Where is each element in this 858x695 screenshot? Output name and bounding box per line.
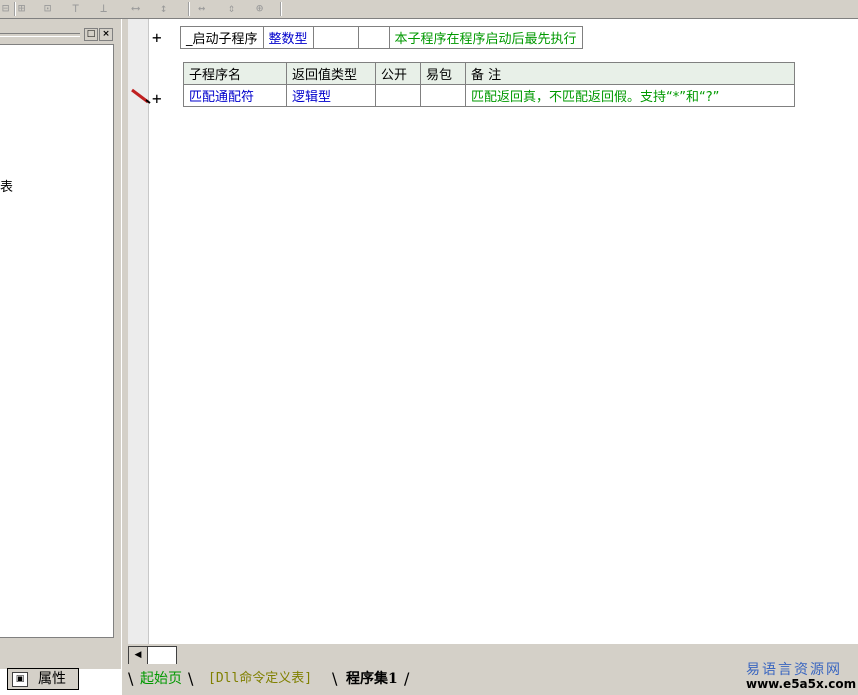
scroll-left-icon[interactable]: ◀ (128, 646, 148, 665)
sub-program-table: 子程序名 返回值类型 公开 易包 备 注 匹配通配符 逻辑型 匹配返回真，不匹配… (183, 62, 795, 107)
toolbar-separator (280, 2, 282, 16)
left-panel-titlebar: □ × (0, 25, 117, 43)
table-row[interactable]: 匹配通配符 逻辑型 匹配返回真，不匹配返回假。支持“*”和“?” (183, 84, 795, 107)
align-top-icon[interactable]: ⊤ (72, 1, 79, 15)
same-width-icon[interactable]: ↔ (198, 1, 205, 15)
tab-divider: \ (332, 669, 338, 688)
same-height-icon[interactable]: ⇕ (228, 1, 235, 15)
tab-start-page[interactable]: 起始页 (140, 668, 182, 690)
table-header-row: 子程序名 返回值类型 公开 易包 备 注 (183, 62, 795, 85)
easy-pkg-cell[interactable] (420, 84, 466, 107)
tree-item-fragment[interactable]: 表 (0, 176, 13, 195)
note-cell[interactable]: 匹配返回真，不匹配返回假。支持“*”和“?” (465, 84, 795, 107)
tab-dll-commands[interactable]: [Dll命令定义表] (208, 668, 312, 690)
properties-tab-label: 属性 (38, 671, 66, 687)
align-center-icon[interactable]: ⊡ (44, 1, 51, 15)
note-cell[interactable]: 本子程序在程序启动后最先执行 (388, 26, 583, 49)
titlebar-grip[interactable] (0, 33, 80, 37)
table-row[interactable]: _启动子程序 整数型 本子程序在程序启动后最先执行 (180, 26, 583, 49)
return-type-cell[interactable]: 逻辑型 (286, 84, 376, 107)
editor-gutter (128, 19, 149, 644)
startup-sub-table: _启动子程序 整数型 本子程序在程序启动后最先执行 (180, 26, 583, 49)
toolbar-separator (188, 2, 190, 16)
sub-name-cell[interactable]: _启动子程序 (180, 26, 264, 49)
expand-startup-button[interactable]: + (152, 29, 162, 47)
public-cell[interactable] (312, 26, 359, 49)
space-vertical-icon[interactable]: ↕ (160, 1, 167, 15)
header-public: 公开 (375, 62, 421, 85)
same-size-icon[interactable]: ⊕ (256, 1, 263, 15)
align-left-icon[interactable]: ⊟ (2, 1, 9, 15)
align-bottom-icon[interactable]: ⊥ (100, 1, 107, 15)
sub-name-cell[interactable]: 匹配通配符 (183, 84, 287, 107)
easy-pkg-cell[interactable] (357, 26, 390, 49)
toolbar: ⊟ ⊞ ⊡ ⊤ ⊥ ⟷ ↕ ↔ ⇕ ⊕ (0, 0, 858, 19)
tab-divider: \ (188, 669, 194, 688)
grid-align-icon[interactable]: ⊞ (18, 1, 25, 15)
left-panel-content[interactable] (0, 44, 114, 638)
header-return-type: 返回值类型 (286, 62, 376, 85)
header-note: 备 注 (465, 62, 795, 85)
pencil-icon (131, 88, 151, 104)
header-easy-pkg: 易包 (420, 62, 466, 85)
space-horizontal-icon[interactable]: ⟷ (132, 1, 139, 15)
properties-icon: ▣ (12, 672, 28, 687)
expand-sub-button[interactable]: + (152, 90, 162, 108)
header-name: 子程序名 (183, 62, 287, 85)
watermark-title: 易语言资源网 (746, 662, 842, 678)
code-editor[interactable] (128, 19, 858, 644)
watermark-url: www.e5a5x.com (746, 677, 857, 691)
tab-divider: \ (128, 669, 134, 688)
toolbar-separator (14, 2, 16, 16)
public-cell[interactable] (375, 84, 421, 107)
restore-button[interactable]: □ (84, 28, 98, 41)
scroll-thumb[interactable] (147, 646, 177, 665)
return-type-cell[interactable]: 整数型 (262, 26, 314, 49)
tab-divider: / (404, 669, 410, 688)
tab-program-set[interactable]: 程序集1 (346, 668, 398, 690)
close-button[interactable]: × (99, 28, 113, 41)
properties-tab[interactable]: ▣ 属性 (7, 668, 79, 690)
